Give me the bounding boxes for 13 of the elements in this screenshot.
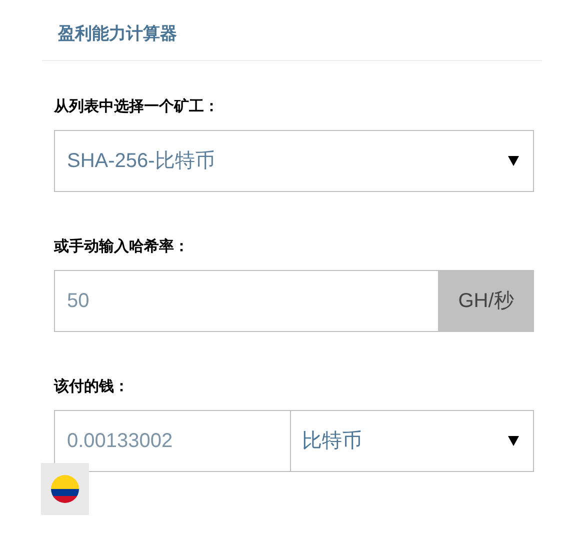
currency-select[interactable]: 比特币: [291, 410, 534, 472]
calculator-title: 盈利能力计算器: [58, 23, 178, 45]
unit-label: GH/秒: [438, 270, 534, 332]
field-label: 该付的钱：: [54, 377, 130, 397]
payout-input[interactable]: 0.00133002: [54, 410, 291, 472]
flag-icon: [51, 475, 79, 503]
dropdown-caret-icon: [508, 436, 519, 446]
hashrate-input[interactable]: 50: [54, 270, 438, 332]
miner-select[interactable]: SHA-256-比特币: [54, 130, 534, 192]
language-button[interactable]: [41, 463, 89, 515]
dropdown-caret-icon: [508, 156, 519, 166]
field-label: 或手动输入哈希率：: [54, 237, 190, 257]
field-label: 从列表中选择一个矿工：: [54, 97, 220, 117]
